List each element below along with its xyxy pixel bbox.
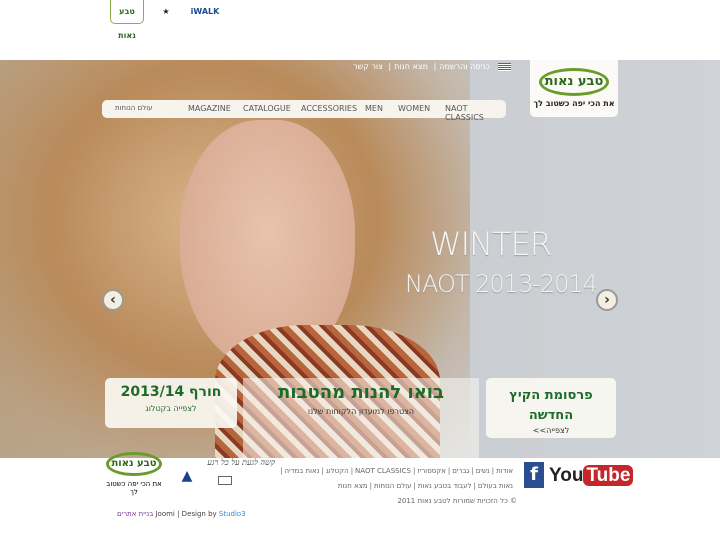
promo-catalog-title: חורף 2013/14: [120, 384, 222, 400]
logo-name: טבע נאות: [539, 68, 609, 96]
promo-summer-title: פרסומת הקיץ החדשה: [509, 388, 593, 423]
promo-summer-ad[interactable]: פרסומת הקיץ החדשה לצפייה>>: [486, 378, 616, 438]
promo-catalog[interactable]: חורף 2013/14 לצפייה בקטלוג: [105, 378, 237, 428]
brand-tab-arcopedico[interactable]: ★: [149, 0, 183, 24]
nav-men[interactable]: MEN: [365, 104, 383, 113]
find-store-link[interactable]: מצא חנות: [394, 62, 428, 71]
footer-link-catalog[interactable]: הקטלוג: [326, 467, 349, 475]
site-credit: בניית אתרים Joomi | Design by Studio3: [117, 510, 246, 518]
signature: קשה לגעת על כל רגע: [207, 458, 275, 467]
footer-links-row2: נאות בעולם|לעבוד בטבע נאות|עולם הנוחות|מ…: [337, 482, 513, 490]
promo-club[interactable]: בואו להנות מהטבות הצטרפו למועדון הלקוחות…: [243, 378, 479, 458]
facebook-icon[interactable]: f: [524, 462, 544, 488]
nav-catalogue[interactable]: CATALOGUE: [243, 104, 291, 113]
credit-studio-link[interactable]: Studio3: [219, 510, 246, 518]
footer-link-accessories[interactable]: אקססוריז: [417, 467, 446, 475]
contact-link[interactable]: צור קשר: [353, 62, 383, 71]
footer-link-media[interactable]: נאות במדיה: [284, 467, 319, 475]
nav-comfort-world[interactable]: עולם הנוחות: [115, 104, 153, 112]
hero-subtitle: NAOT 2013-2014: [405, 270, 598, 298]
youtube-icon[interactable]: You Tube: [549, 462, 634, 490]
nav-women[interactable]: WOMEN: [398, 104, 430, 113]
site-logo[interactable]: טבע נאות את הכי יפה כשטוב לך: [530, 60, 618, 117]
footer-link-men[interactable]: גברים: [452, 467, 469, 475]
nav-naot-classics[interactable]: NAOT CLASSICS: [445, 104, 506, 122]
footer-link-about[interactable]: אודות: [496, 467, 513, 475]
footer-link-find-store[interactable]: מצא חנות: [338, 482, 368, 490]
footer-link-classics[interactable]: NAOT CLASSICS: [355, 467, 411, 475]
footer-logo-tagline: את הכי יפה כשטוב לך: [106, 480, 162, 496]
credit-joomi: Joomi | Design by: [155, 510, 217, 518]
promo-catalog-link[interactable]: לצפייה בקטלוג: [105, 404, 237, 413]
slider-next-button[interactable]: ›: [596, 289, 618, 311]
copyright: © כל הזכויות שמורות לטבע נאות 2011: [397, 497, 517, 505]
footer-logo[interactable]: טבע נאות את הכי יפה כשטוב לך: [103, 452, 165, 496]
footer-link-worldwide[interactable]: נאות בעולם: [478, 482, 513, 490]
top-links: כניסה והרשמה| מצא חנות| צור קשר: [350, 62, 514, 71]
nav-accessories[interactable]: ACCESSORIES: [301, 104, 357, 113]
promo-club-subtitle: הצטרפו למועדון הלקוחות שלנו: [307, 407, 415, 416]
login-link[interactable]: כניסה והרשמה: [439, 62, 489, 71]
envelope-icon[interactable]: [218, 476, 232, 485]
hero-title: WINTER: [430, 225, 552, 263]
brand-tab-naot[interactable]: טבע נאות: [110, 0, 144, 40]
promo-summer-link[interactable]: לצפייה>>: [486, 426, 616, 435]
slider-prev-button[interactable]: ‹: [102, 289, 124, 311]
nav-magazine[interactable]: MAGAZINE: [188, 104, 231, 113]
footer-link-comfort[interactable]: עולם הנוחות: [374, 482, 412, 490]
footer-logo-name: טבע נאות: [106, 452, 162, 476]
credit-hebrew-link[interactable]: בניית אתרים: [117, 510, 153, 518]
footer-links-row1: אודות|נשים|גברים|אקססוריז|NAOT CLASSICS|…: [280, 467, 513, 475]
logo-tagline: את הכי יפה כשטוב לך: [533, 99, 615, 108]
main-nav: NAOT CLASSICS WOMEN MEN ACCESSORIES CATA…: [102, 100, 506, 122]
footer-link-women[interactable]: נשים: [476, 467, 490, 475]
footer-link-careers[interactable]: לעבוד בטבע נאות: [418, 482, 472, 490]
flag-icon[interactable]: [498, 62, 512, 71]
brand-tab-iwalk[interactable]: iWALK: [188, 0, 222, 24]
partner-logo-icon: ▲: [181, 468, 193, 484]
promo-club-title: בואו להנות מהטבות: [278, 382, 444, 403]
